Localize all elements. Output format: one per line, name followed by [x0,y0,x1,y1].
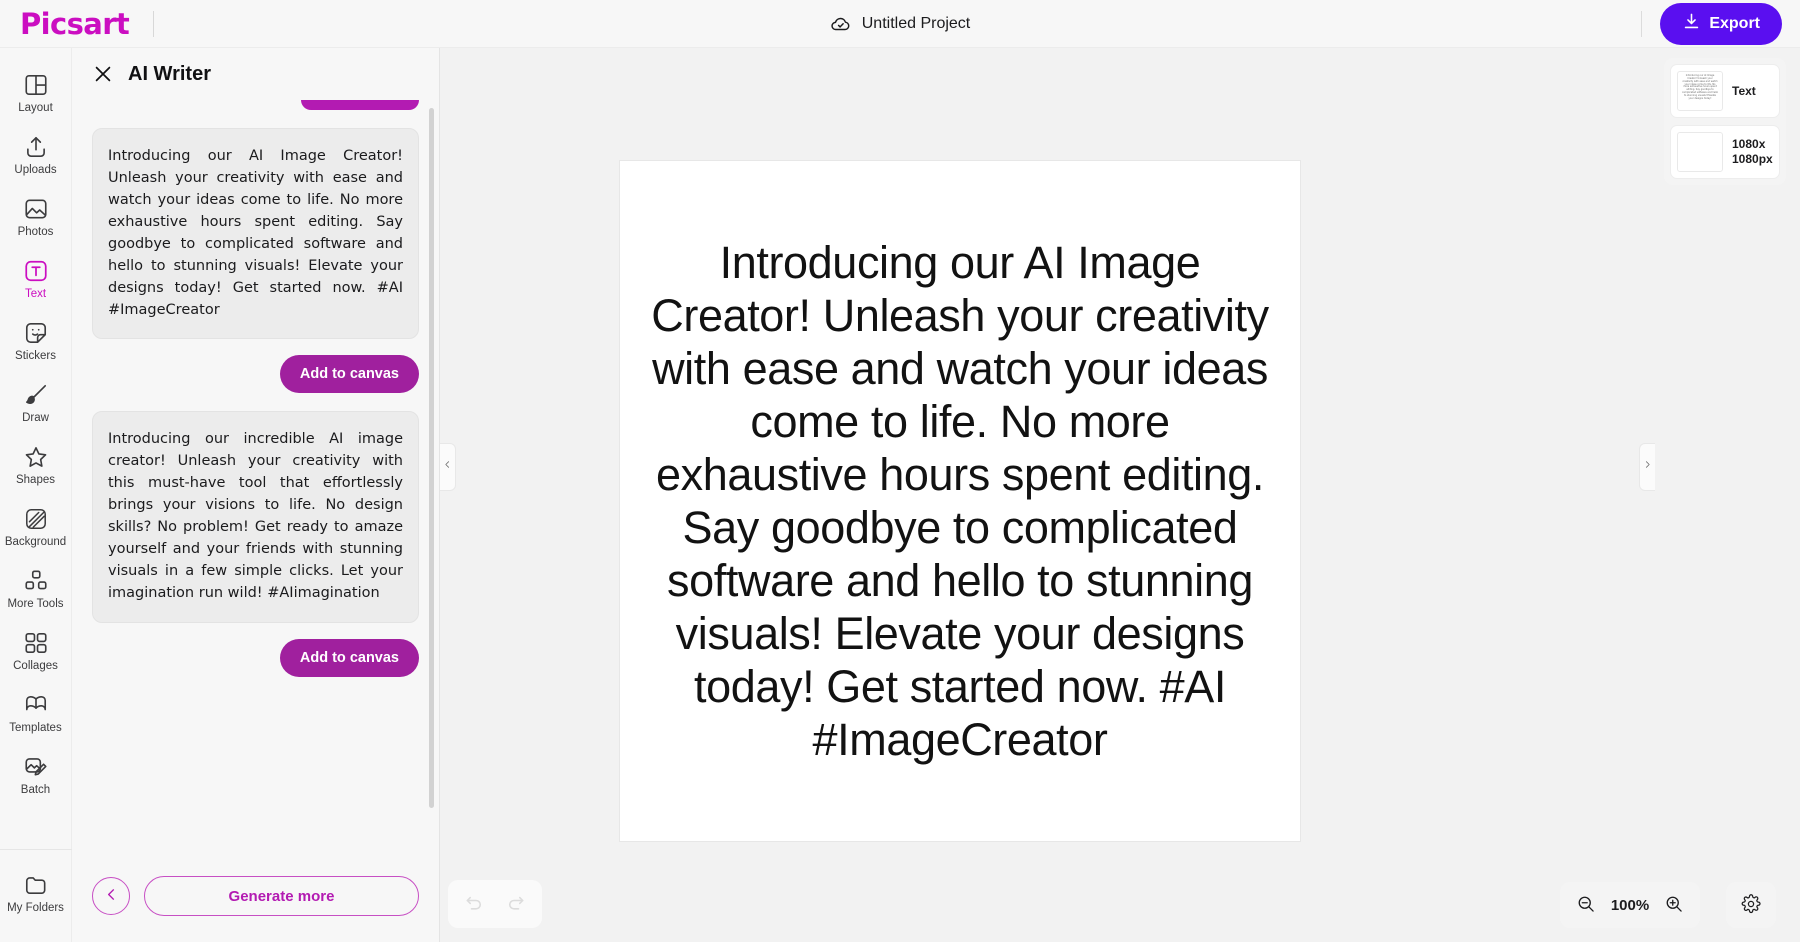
rail-bottom: My Folders [0,849,72,942]
add-to-canvas-button[interactable]: Add to canvas [279,355,419,394]
back-button[interactable] [92,877,130,915]
sidebar-item-label: Collages [13,660,58,672]
sidebar-item-background[interactable]: Background [0,496,72,558]
sidebar-item-label: Text [24,288,47,300]
layer-row[interactable]: 1080x 1080px [1670,125,1780,179]
generated-text-card[interactable]: Introducing our AI Image Creator! Unleas… [92,128,419,340]
sidebar-item-label: Photos [17,226,54,238]
brand-divider [153,10,155,37]
export-label: Export [1709,14,1760,32]
cloud-check-icon [830,13,852,35]
sidebar-item-label: Uploads [14,164,57,176]
sidebar-item-label: More Tools [7,598,64,610]
picsart-editor: Picsart Untitled Project Export Layout U… [0,0,1800,942]
redo-button[interactable] [498,886,534,922]
zoom-out-icon [1576,894,1596,917]
sidebar-item-layout[interactable]: Layout [0,62,72,124]
sidebar-item-shapes[interactable]: Shapes [0,434,72,496]
project-title: Untitled Project [861,14,971,32]
layer-thumbnail [1677,132,1723,172]
zoom-in-icon [1664,894,1684,917]
picsart-logo[interactable]: Picsart [20,7,130,41]
sidebar-item-more-tools[interactable]: More Tools [0,558,72,620]
layer-thumbnail: Introducing our AI Image Creator! Unleas… [1677,71,1723,111]
panel-header: AI Writer [72,48,439,100]
undo-redo-group [448,880,542,928]
layer-label: 1080x 1080px [1732,137,1773,166]
zoom-out-button[interactable] [1568,887,1604,923]
sidebar-item-label: Draw [22,412,49,424]
sidebar-item-batch[interactable]: Batch [0,744,72,806]
sidebar-item-label: Stickers [15,350,56,362]
zoom-in-button[interactable] [1656,887,1692,923]
sidebar-item-collages[interactable]: Collages [0,620,72,682]
add-to-canvas-button[interactable]: Add to canvas [279,638,419,677]
download-icon [1682,12,1701,36]
layer-thumbnail-text: Introducing our AI Image Creator! Unleas… [1682,74,1719,100]
top-bar-right: Export [1641,2,1782,45]
sidebar-item-my-folders[interactable]: My Folders [0,862,72,924]
text-icon [23,258,49,284]
sidebar-item-uploads[interactable]: Uploads [0,124,72,186]
generate-more-button[interactable]: Generate more [144,876,419,916]
panel-scrollbar[interactable] [429,108,434,808]
sidebar-item-label: Shapes [15,474,55,486]
toolbar-divider [1641,10,1643,37]
settings-group [1726,882,1776,928]
more-tools-icon [23,568,49,594]
chevron-left-icon [104,887,119,905]
collapse-left-panel-handle[interactable] [440,443,456,491]
sidebar-item-label: Layout [18,102,53,114]
undo-icon [464,893,484,916]
close-icon[interactable] [92,63,114,85]
star-icon [23,444,49,470]
zoom-controls: 100% [1560,882,1700,928]
photo-icon [23,196,49,222]
layout-icon [23,72,49,98]
layer-label: Text [1732,83,1756,98]
left-tool-rail: Layout Uploads Photos Text Stickers Draw… [0,48,72,942]
workspace[interactable]: Introducing our AI Image Creator! Unleas… [440,48,1800,942]
batch-icon [23,754,49,780]
sidebar-item-label: Batch [20,784,51,796]
sticker-icon [23,320,49,346]
sidebar-item-label: My Folders [7,902,64,914]
sidebar-item-label: Templates [9,722,62,734]
add-to-canvas-row: Add to canvas [92,355,419,394]
brush-icon [23,382,49,408]
generated-text-card[interactable]: Introducing our incredible AI image crea… [92,411,419,623]
templates-icon [23,692,49,718]
panel-footer: Generate more [72,850,439,942]
zoom-level-value: 100% [1610,896,1650,914]
sidebar-item-templates[interactable]: Templates [0,682,72,744]
chevron-left-icon [443,458,452,476]
gear-icon [1741,893,1761,917]
sidebar-item-draw[interactable]: Draw [0,372,72,434]
export-button[interactable]: Export [1660,2,1782,45]
collages-icon [23,630,49,656]
layers-panel: Introducing our AI Image Creator! Unleas… [1664,58,1786,185]
canvas-text-layer[interactable]: Introducing our AI Image Creator! Unleas… [650,236,1270,767]
folder-icon [23,872,49,898]
layer-row[interactable]: Introducing our AI Image Creator! Unleas… [1670,64,1780,118]
settings-button[interactable] [1733,887,1769,923]
ai-writer-panel: AI Writer Introducing our AI Image Creat… [72,48,440,942]
panel-scroll-area[interactable]: Introducing our AI Image Creator! Unleas… [72,100,439,850]
project-chip[interactable]: Untitled Project [830,13,971,35]
undo-button[interactable] [456,886,492,922]
redo-icon [506,893,526,916]
sidebar-item-label: Background [4,536,67,548]
sidebar-item-text[interactable]: Text [0,248,72,310]
panel-title: AI Writer [128,62,211,85]
chevron-right-icon [1643,458,1652,476]
top-bar: Picsart Untitled Project Export [0,0,1800,48]
sidebar-item-photos[interactable]: Photos [0,186,72,248]
sidebar-item-stickers[interactable]: Stickers [0,310,72,372]
add-to-canvas-row: Add to canvas [92,638,419,677]
collapse-right-panel-handle[interactable] [1639,443,1655,491]
upload-icon [23,134,49,160]
clipped-add-to-canvas-button[interactable] [301,100,419,110]
design-canvas[interactable]: Introducing our AI Image Creator! Unleas… [620,161,1300,841]
background-icon [23,506,49,532]
